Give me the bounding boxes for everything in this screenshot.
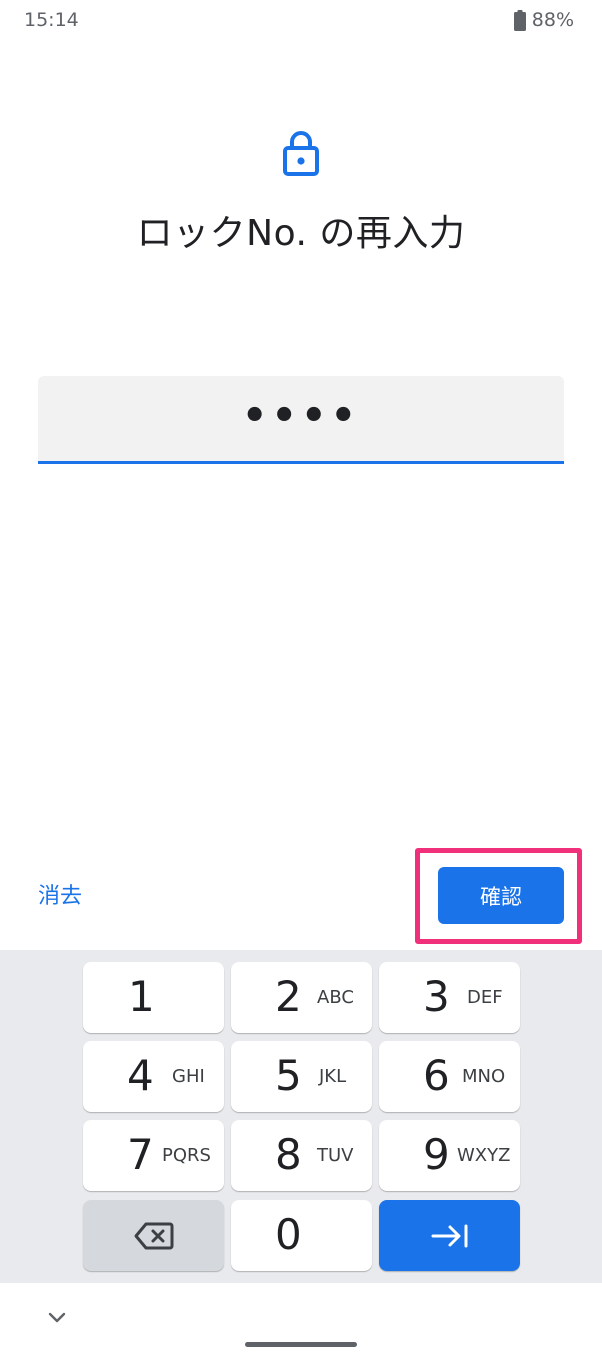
key-letters: GHI — [172, 1066, 205, 1087]
battery-percentage: 88% — [531, 9, 574, 31]
key-digit: 2 — [275, 972, 302, 1021]
key-3[interactable]: 3 DEF — [379, 962, 520, 1033]
pin-input[interactable]: •••• — [38, 376, 564, 464]
backspace-key[interactable] — [83, 1200, 224, 1271]
key-6[interactable]: 6 MNO — [379, 1041, 520, 1112]
clear-button[interactable]: 消去 — [38, 878, 82, 910]
numeric-keyboard: 1 2 ABC 3 DEF 4 GHI 5 JKL 6 MNO 7 PQRS 8… — [0, 950, 602, 1283]
backspace-icon — [134, 1222, 173, 1249]
chevron-down-icon[interactable] — [47, 1311, 67, 1325]
key-7[interactable]: 7 PQRS — [83, 1120, 224, 1191]
key-digit: 8 — [275, 1130, 302, 1179]
key-digit: 4 — [127, 1051, 154, 1100]
key-digit: 9 — [423, 1130, 450, 1179]
key-4[interactable]: 4 GHI — [83, 1041, 224, 1112]
key-letters: TUV — [317, 1145, 354, 1166]
confirm-button[interactable]: 確認 — [438, 867, 564, 924]
battery-icon — [513, 9, 526, 31]
key-digit: 1 — [128, 972, 155, 1021]
key-0[interactable]: 0 — [231, 1200, 372, 1271]
navigation-bar — [0, 1283, 602, 1355]
key-2[interactable]: 2 ABC — [231, 962, 372, 1033]
status-right: 88% — [513, 9, 574, 31]
page-title: ロックNo. の再入力 — [136, 213, 466, 254]
key-9[interactable]: 9 WXYZ — [379, 1120, 520, 1191]
next-key[interactable] — [379, 1200, 520, 1271]
home-indicator[interactable] — [245, 1342, 357, 1347]
key-digit: 3 — [423, 972, 450, 1021]
key-letters: JKL — [319, 1066, 347, 1087]
key-1[interactable]: 1 — [83, 962, 224, 1033]
key-letters: WXYZ — [457, 1145, 511, 1166]
key-digit: 7 — [127, 1130, 154, 1179]
lock-icon — [283, 131, 319, 176]
key-letters: DEF — [467, 987, 503, 1008]
status-time: 15:14 — [24, 9, 79, 31]
key-letters: MNO — [462, 1066, 506, 1087]
key-5[interactable]: 5 JKL — [231, 1041, 372, 1112]
key-letters: PQRS — [162, 1145, 211, 1166]
pin-input-value: •••• — [241, 393, 361, 439]
key-letters: ABC — [317, 987, 354, 1008]
key-digit: 6 — [423, 1051, 450, 1100]
tab-next-icon — [431, 1224, 467, 1247]
status-bar: 15:14 88% — [0, 0, 602, 42]
key-digit: 0 — [275, 1210, 302, 1259]
key-digit: 5 — [275, 1051, 302, 1100]
key-8[interactable]: 8 TUV — [231, 1120, 372, 1191]
